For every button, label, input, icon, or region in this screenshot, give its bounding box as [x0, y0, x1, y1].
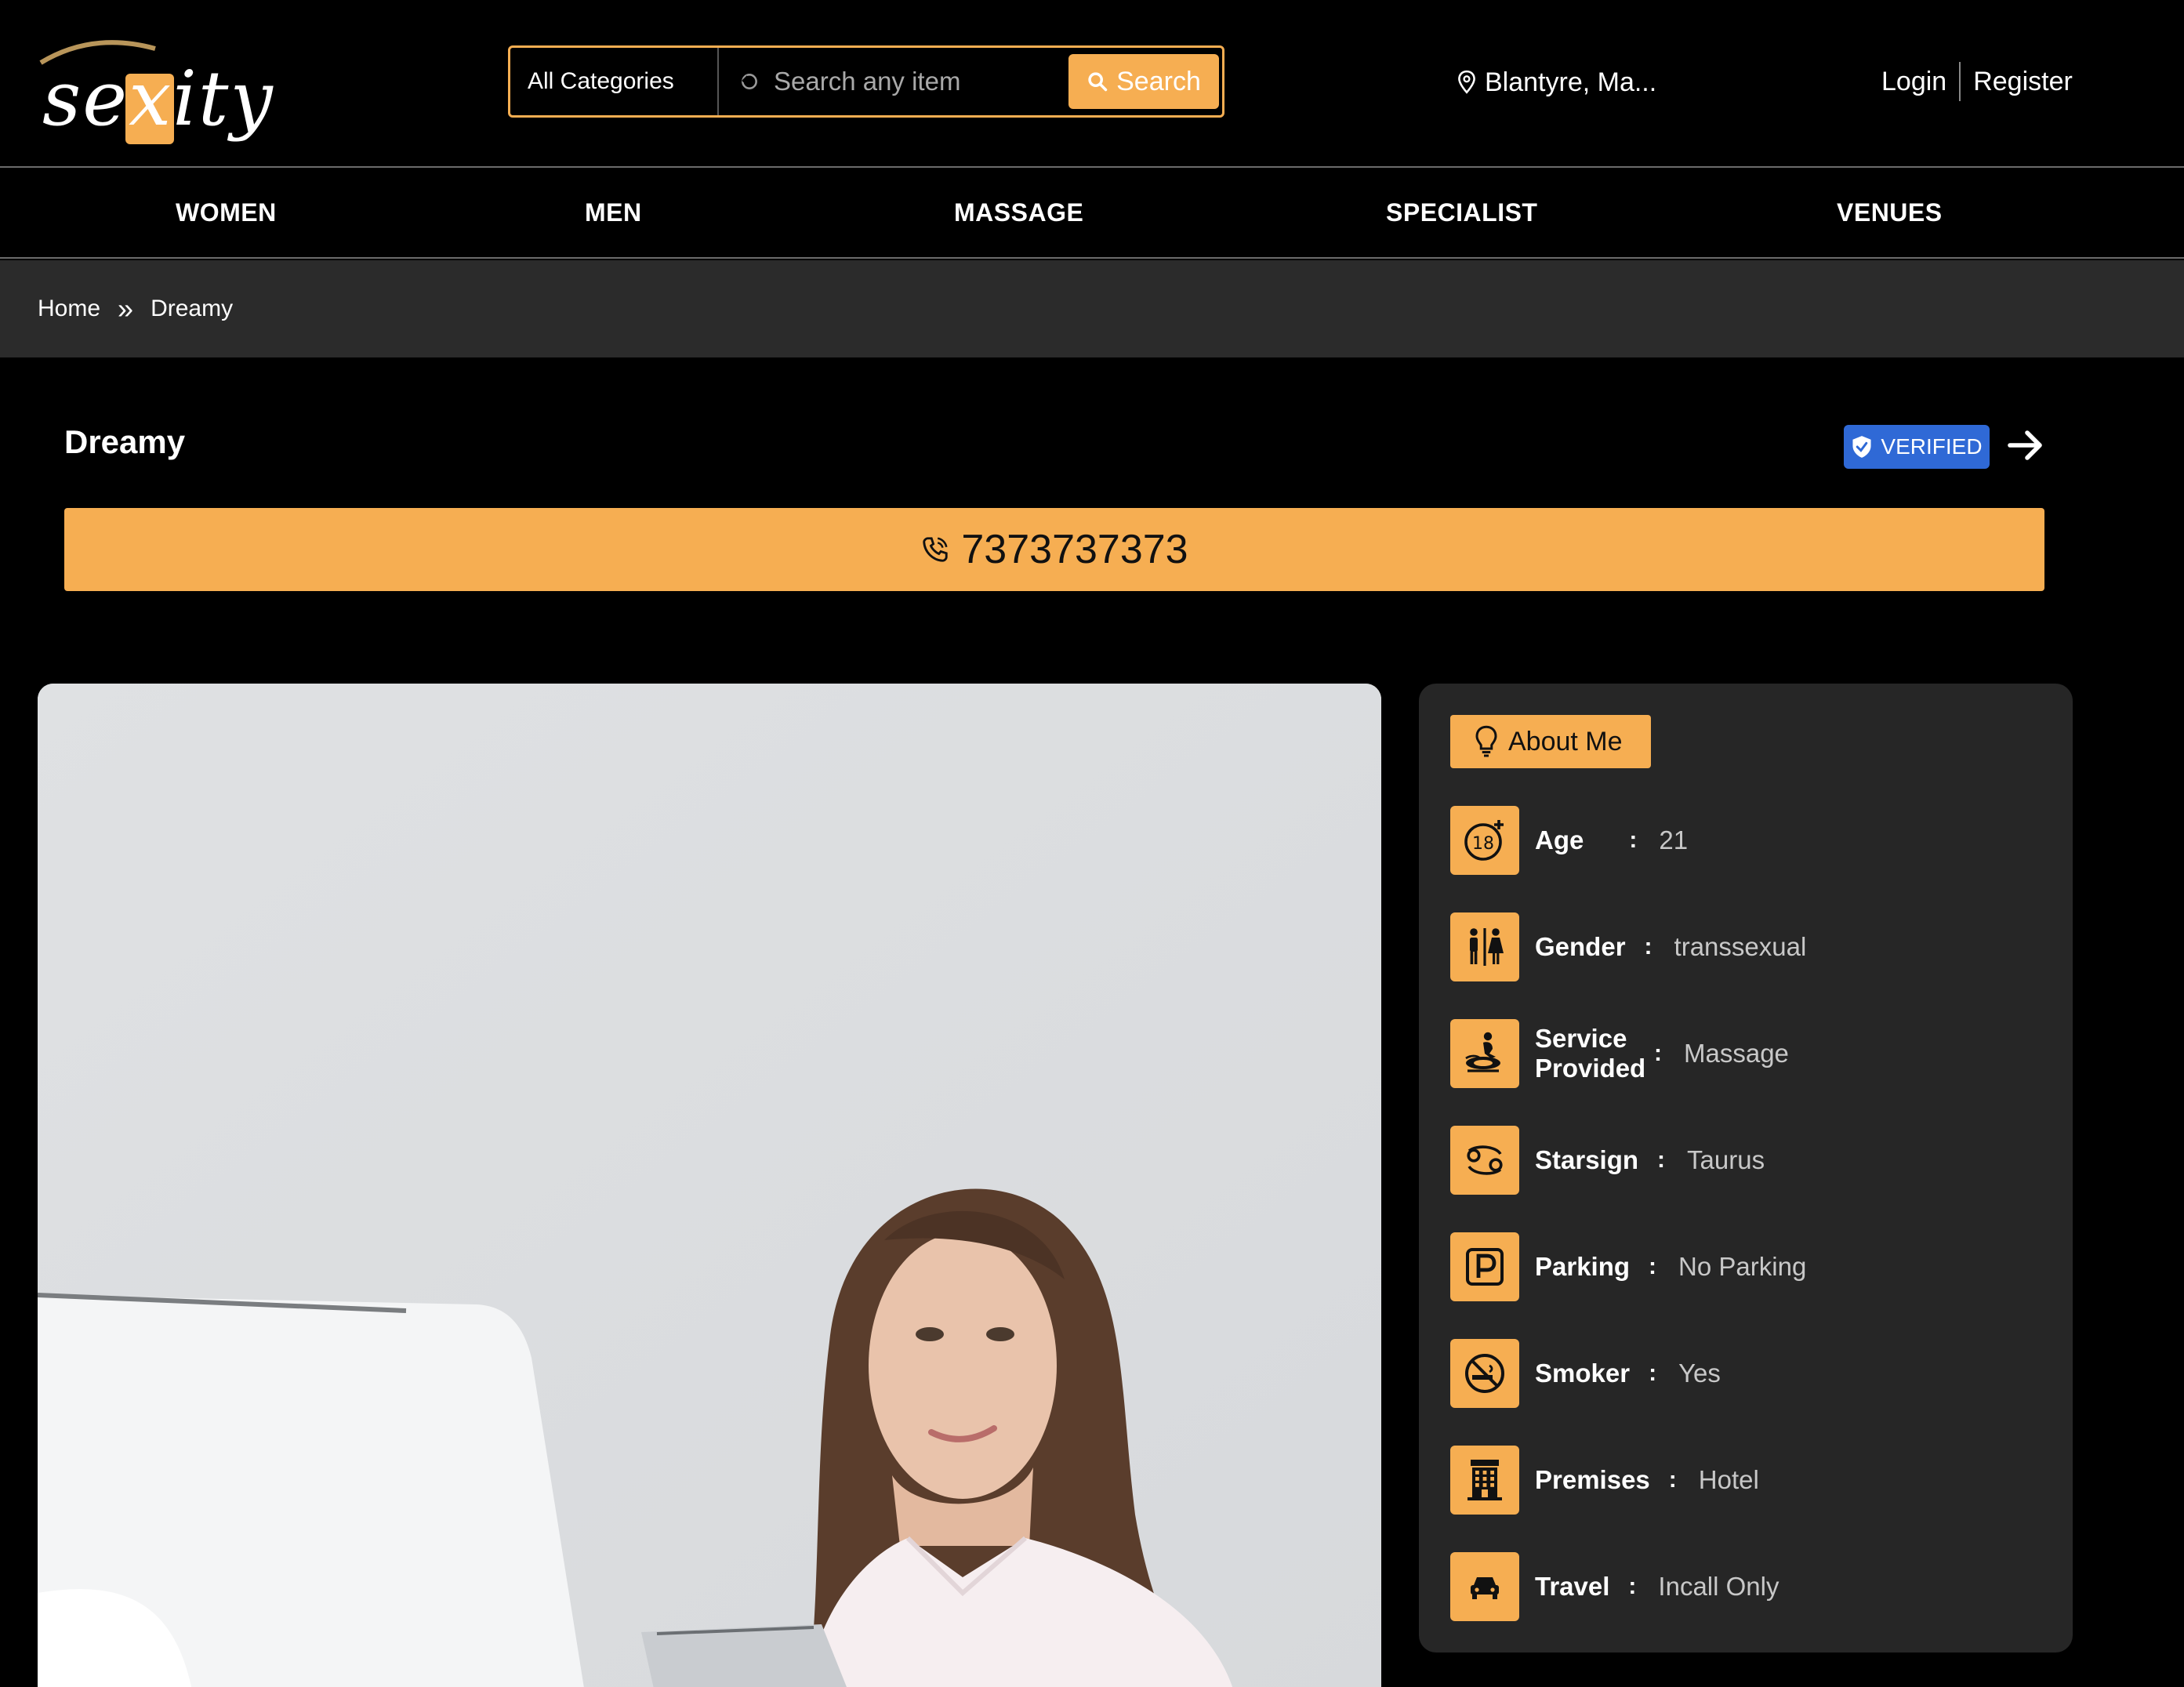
about-panel: About Me 18 Age : 21 Gender: transsexua… [1419, 684, 2073, 1653]
about-label-starsign: Starsign [1535, 1145, 1639, 1174]
nav-item-venues[interactable]: VENUES [1837, 168, 1943, 257]
lightbulb-icon [1475, 725, 1497, 757]
page-title: Dreamy [64, 423, 186, 460]
about-value-age: 21 [1659, 825, 1689, 854]
massage-icon [1450, 1019, 1519, 1088]
about-label-smoker: Smoker [1535, 1359, 1631, 1388]
phone-icon [923, 537, 949, 562]
about-value-parking: No Parking [1678, 1252, 1807, 1281]
about-label-gender: Gender [1535, 932, 1626, 961]
about-value-smoker: Yes [1678, 1359, 1721, 1388]
search-bar: All Categories Search [508, 45, 1224, 118]
nav-item-women[interactable]: WOMEN [176, 168, 277, 257]
shield-check-icon [1852, 436, 1871, 458]
location-selector[interactable]: Blantyre, Ma... [1457, 63, 1656, 102]
about-heading-label: About Me [1508, 726, 1623, 756]
about-row-smoker: Smoker : Yes [1450, 1339, 2046, 1408]
main-nav: WOMEN MEN MASSAGE SPECIALIST VENUES [0, 166, 2184, 259]
hotel-icon [1450, 1446, 1519, 1515]
about-row-gender: Gender : transsexual [1450, 912, 2046, 981]
login-link[interactable]: Login [1881, 67, 1946, 97]
about-colon: : [1668, 1467, 1677, 1493]
about-value-starsign: Taurus [1687, 1145, 1765, 1174]
about-colon: : [1628, 1573, 1637, 1599]
location-label: Blantyre, Ma... [1485, 67, 1657, 97]
breadcrumb-current: Dreamy [151, 296, 234, 321]
search-input[interactable] [774, 67, 1056, 96]
about-value-gender: transsexual [1674, 932, 1807, 961]
site-logo[interactable]: sexity [38, 31, 273, 144]
about-colon: : [1657, 1147, 1666, 1173]
search-spinner-icon [742, 74, 757, 89]
starsign-icon [1450, 1126, 1519, 1195]
svg-text:18: 18 [1472, 834, 1494, 854]
nav-item-specialist[interactable]: SPECIALIST [1386, 168, 1537, 257]
about-value-travel: Incall Only [1658, 1572, 1779, 1601]
auth-divider [1959, 62, 1961, 101]
search-icon [1088, 72, 1108, 92]
about-colon: : [1629, 827, 1638, 853]
search-button-label: Search [1116, 66, 1201, 96]
search-button[interactable]: Search [1068, 54, 1219, 109]
about-label-parking: Parking [1535, 1252, 1631, 1281]
verified-label: VERIFIED [1881, 434, 1983, 459]
nav-item-men[interactable]: MEN [585, 168, 642, 257]
breadcrumb-separator-icon: » [118, 292, 134, 325]
about-heading: About Me [1450, 715, 1651, 768]
search-input-wrap [720, 48, 1065, 115]
about-colon: : [1654, 1040, 1662, 1066]
about-value-service: Massage [1684, 1039, 1789, 1068]
about-row-service: Service Provided : Massage [1450, 1019, 2046, 1088]
about-label-age: Age [1535, 825, 1584, 854]
breadcrumb-home[interactable]: Home [38, 296, 100, 322]
about-label-service: Service Provided [1535, 1024, 1646, 1083]
about-label-travel: Travel [1535, 1572, 1610, 1601]
about-row-parking: Parking : No Parking [1450, 1232, 2046, 1301]
about-colon: : [1649, 1253, 1657, 1279]
phone-call-button[interactable]: 7373737373 [64, 508, 2044, 591]
about-colon: : [1649, 1360, 1657, 1386]
about-label-premises: Premises [1535, 1465, 1650, 1494]
gender-icon [1450, 912, 1519, 981]
breadcrumb: Home » Dreamy [0, 260, 2184, 357]
logo-text: sexity [42, 55, 274, 143]
nav-item-massage[interactable]: MASSAGE [954, 168, 1083, 257]
about-row-age: 18 Age : 21 [1450, 806, 2046, 875]
about-colon: : [1644, 934, 1653, 960]
register-link[interactable]: Register [1973, 67, 2073, 97]
next-arrow-button[interactable] [2004, 423, 2048, 467]
age-18-icon: 18 [1450, 806, 1519, 875]
about-row-starsign: Starsign : Taurus [1450, 1126, 2046, 1195]
arrow-right-icon [2008, 430, 2042, 460]
no-smoking-icon [1450, 1339, 1519, 1408]
site-header: sexity All Categories Search Blantyre, M… [0, 0, 2184, 166]
about-value-premises: Hotel [1698, 1465, 1759, 1494]
parking-icon [1450, 1232, 1519, 1301]
about-row-travel: Travel : Incall Only [1450, 1552, 2046, 1621]
car-icon [1450, 1552, 1519, 1621]
verified-badge: VERIFIED [1844, 425, 1990, 469]
profile-photo-image [38, 684, 1381, 1687]
phone-number: 7373737373 [961, 527, 1188, 572]
category-select[interactable]: All Categories [510, 48, 719, 115]
auth-links: Login Register [1881, 60, 2073, 103]
about-row-premises: Premises : Hotel [1450, 1446, 2046, 1515]
profile-photo[interactable] [38, 684, 1381, 1687]
map-pin-icon [1458, 70, 1475, 94]
